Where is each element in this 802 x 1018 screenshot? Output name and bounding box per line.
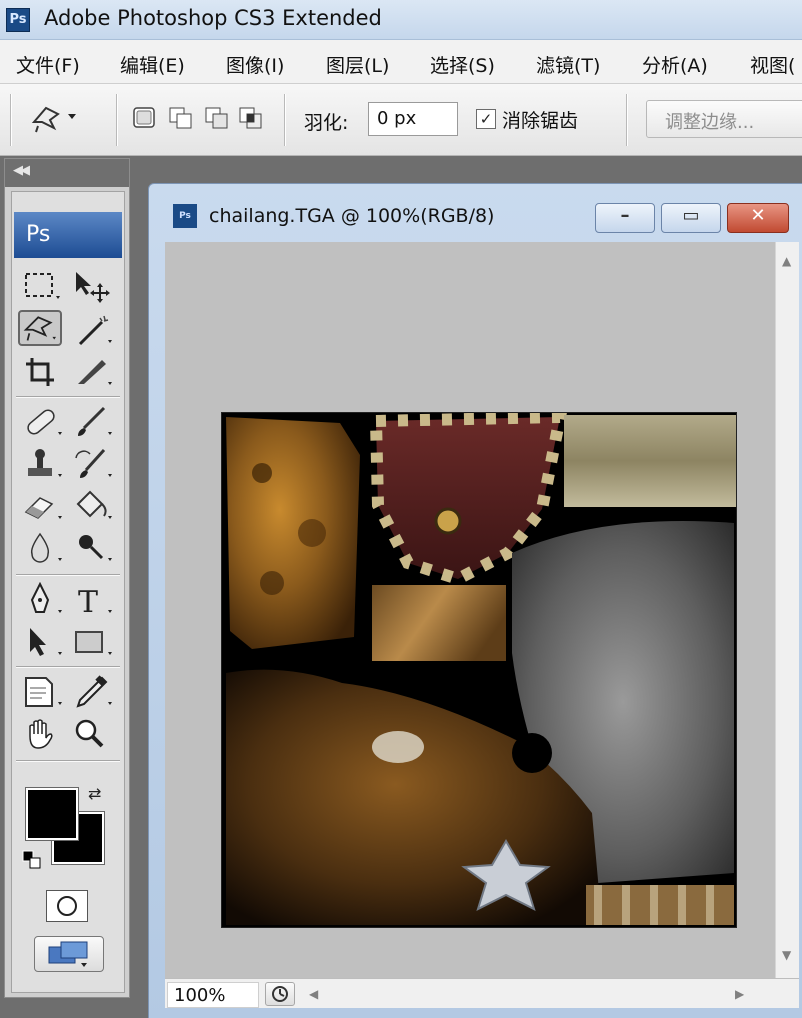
quick-mask-icon[interactable] [46,890,88,922]
lasso-icon[interactable] [18,310,62,346]
eraser-icon[interactable] [20,488,64,524]
blur-icon[interactable] [20,530,64,566]
brush-icon[interactable] [70,404,114,440]
eyedropper-icon[interactable] [70,674,114,710]
menu-file[interactable]: 文件(F) [16,51,80,78]
texture-atlas-image [222,413,736,927]
zoom-icon[interactable] [70,716,114,752]
status-info-button[interactable] [265,982,295,1006]
magic-wand-icon[interactable] [70,312,114,348]
dodge-icon[interactable] [70,530,114,566]
menu-image[interactable]: 图像(I) [226,51,284,78]
options-grip [10,94,12,146]
svg-text:T: T [78,585,98,618]
feather-input[interactable]: 0 px [368,102,458,136]
tools-panel-header[interactable]: ◀◀ [5,159,129,187]
paint-bucket-icon[interactable] [70,488,114,524]
minimize-button[interactable]: – [595,203,655,233]
maximize-icon: ▭ [682,205,700,226]
type-icon[interactable]: T [70,582,114,620]
title-bar: Ps Adobe Photoshop CS3 Extended [0,0,802,40]
scroll-down-icon[interactable]: ▼ [782,948,791,962]
new-selection-icon[interactable] [132,106,158,130]
slice-icon[interactable] [70,354,114,390]
options-divider [626,94,628,146]
maximize-button[interactable]: ▭ [661,203,721,233]
tools-divider [16,396,120,398]
photoshop-app-icon: Ps [6,8,30,32]
scroll-right-icon[interactable]: ▶ [735,987,744,1001]
history-brush-icon[interactable] [70,446,114,482]
horizontal-scrollbar[interactable]: ◀ ▶ [305,982,761,1006]
scroll-left-icon[interactable]: ◀ [309,987,318,1001]
menu-view[interactable]: 视图( [750,51,795,78]
tool-preset-picker[interactable] [28,100,80,136]
refine-edge-button[interactable]: 调整边缘... [646,100,802,138]
status-bar: 100% ◀ ▶ [165,978,799,1008]
document-ps-icon: Ps [173,204,197,228]
default-colors-icon[interactable] [22,850,42,870]
add-to-selection-icon[interactable] [168,106,194,130]
screen-mode-icon[interactable] [34,936,104,972]
window-title: Adobe Photoshop CS3 Extended [44,6,382,30]
menu-bar: 文件(F) 编辑(E) 图像(I) 图层(L) 选择(S) 滤镜(T) 分析(A… [0,40,802,84]
menu-filter[interactable]: 滤镜(T) [536,51,600,78]
close-icon: ✕ [750,205,766,226]
document-window: Ps chailang.TGA @ 100%(RGB/8) – ▭ ✕ ▲ ▼ … [148,183,802,1018]
tools-divider [16,760,120,762]
rectangle-shape-icon[interactable] [70,624,114,660]
notes-icon[interactable] [20,674,64,710]
options-bar: 羽化: 0 px ✓ 消除锯齿 调整边缘... [0,84,802,156]
ps-logo: Ps [14,212,122,258]
swap-colors-icon[interactable]: ⇄ [88,784,101,803]
hand-icon[interactable] [20,716,64,752]
intersect-selection-icon[interactable] [238,106,264,130]
texture-image [221,412,737,928]
antialias-label: 消除锯齿 [502,110,579,132]
minimize-icon: – [620,205,630,226]
healing-brush-icon[interactable] [20,404,64,440]
tools-divider [16,666,120,668]
path-selection-icon[interactable] [20,624,64,660]
tools-container: Ps T ⇄ [11,191,125,993]
pen-icon[interactable] [20,581,64,618]
menu-select[interactable]: 选择(S) [430,51,495,78]
menu-edit[interactable]: 编辑(E) [120,51,185,78]
subtract-from-selection-icon[interactable] [204,106,230,130]
close-button[interactable]: ✕ [727,203,789,233]
marquee-icon[interactable] [20,268,64,304]
tools-panel: ◀◀ Ps T ⇄ [4,158,130,998]
tools-divider [16,574,120,576]
scroll-up-icon[interactable]: ▲ [782,254,791,268]
vertical-scrollbar[interactable]: ▲ ▼ [775,242,799,978]
status-info-icon [272,986,288,1002]
move-icon[interactable] [70,268,114,304]
menu-analysis[interactable]: 分析(A) [642,51,708,78]
clone-stamp-icon[interactable] [20,446,64,482]
crop-icon[interactable] [20,354,64,390]
polygonal-lasso-icon [31,106,76,133]
antialias-checkbox[interactable]: ✓ [476,109,496,129]
zoom-level-field[interactable]: 100% [167,982,259,1008]
options-divider [116,94,118,146]
options-divider [284,94,286,146]
collapse-arrows-icon[interactable]: ◀◀ [13,163,30,178]
feather-label: 羽化: [304,112,349,134]
menu-layer[interactable]: 图层(L) [326,51,389,78]
document-title: chailang.TGA @ 100%(RGB/8) [209,205,495,227]
foreground-color-swatch[interactable] [25,787,79,841]
canvas-area[interactable] [165,242,775,978]
